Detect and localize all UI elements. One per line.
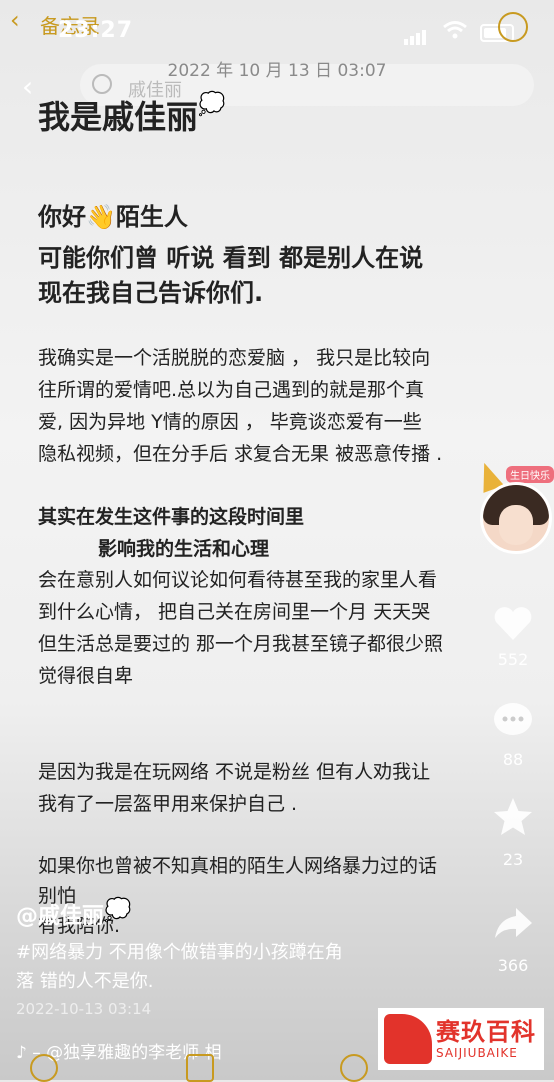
share-icon[interactable] xyxy=(490,900,536,946)
brand-watermark: 赛玖百科 SAIJIUBAIKE xyxy=(378,1008,544,1070)
intro-line: 现在我自己告诉你们. xyxy=(38,279,264,307)
cell-signal-icon xyxy=(404,26,428,45)
sub-heading: 影响我的生活和心理 xyxy=(98,538,270,560)
post-date: 2022-10-13 03:14 xyxy=(16,1000,152,1018)
note-title: 我是戚佳丽💭 xyxy=(38,92,225,138)
author-handle[interactable]: @戚佳丽 xyxy=(16,904,104,929)
caption-line: #网络暴力 不用像个做错事的小孩蹲在角 xyxy=(16,942,343,963)
camera-icon[interactable] xyxy=(186,1054,214,1082)
back-chevron-icon[interactable]: ‹ xyxy=(10,6,20,34)
more-options-icon[interactable] xyxy=(498,12,528,42)
paragraph-line: 往所谓的爱情吧.总以为自己遇到的就是那个真 xyxy=(38,379,425,401)
caption-line: 落 错的人不是你. xyxy=(16,971,154,992)
favorite-count: 23 xyxy=(502,850,524,869)
paragraph-line: 我有了一层盔甲用来保护自己 . xyxy=(38,793,298,815)
note-date: 2022 年 10 月 13 日 03:07 xyxy=(167,61,387,81)
birthday-badge: 生日快乐 xyxy=(506,466,554,483)
paragraph-line: 我确实是一个活脱脱的恋爱脑 ， 我只是比较向 xyxy=(38,347,431,369)
sub-heading: 其实在发生这件事的这段时间里 xyxy=(38,506,305,528)
heart-icon[interactable] xyxy=(490,600,536,646)
thought-bubble-icon: 💭 xyxy=(198,92,226,117)
author-name[interactable]: @戚佳丽💭 xyxy=(16,898,131,930)
brand-name-en: SAIJIUBAIKE xyxy=(436,1046,518,1060)
paragraph-line: 但生活总是要过的 那一个月我甚至镜子都很少照 xyxy=(38,633,444,655)
like-count: 552 xyxy=(497,650,529,669)
paragraph-line: 是因为我是在玩网络 不说是粉丝 但有人劝我让 xyxy=(38,761,431,783)
comment-icon[interactable] xyxy=(490,698,536,744)
paragraph-line: 觉得很自卑 xyxy=(38,665,134,687)
paragraph-line: 爱, 因为异地 Y情的原因 ， 毕竟谈恋爱有一些 xyxy=(38,411,422,433)
post-caption: #网络暴力 不用像个做错事的小孩蹲在角 落 错的人不是你. xyxy=(16,938,416,996)
intro-line: 你好👋陌生人 xyxy=(38,203,188,231)
done-check-icon[interactable] xyxy=(30,1054,58,1082)
comment-count: 88 xyxy=(502,750,524,769)
brand-name-cn: 赛玖百科 xyxy=(436,1018,536,1046)
thought-bubble-icon: 💭 xyxy=(104,898,132,923)
note-title-text: 我是戚佳丽 xyxy=(38,98,199,136)
paragraph-line: 到什么心情， 把自己关在房间里一个月 天天哭 xyxy=(38,601,431,623)
wifi-icon xyxy=(443,21,467,39)
star-icon[interactable] xyxy=(490,794,536,840)
brand-logo-icon xyxy=(384,1014,432,1064)
intro-line: 可能你们曾 听说 看到 都是别人在说 xyxy=(38,244,424,272)
paragraph-line: 会在意别人如何议论如何看待甚至我的家里人看 xyxy=(38,569,438,591)
markup-pen-icon[interactable] xyxy=(340,1054,368,1082)
paragraph-line: 如果你也曾被不知真相的陌生人网络暴力过的话 xyxy=(38,855,438,877)
share-count: 366 xyxy=(497,956,529,975)
status-bar: ‹ 备忘录 23:27 xyxy=(0,0,554,50)
avatar[interactable] xyxy=(480,482,552,554)
clock: 23:27 xyxy=(58,18,134,43)
paragraph-line: 隐私视频，但在分手后 求复合无果 被恶意传播 . xyxy=(38,443,443,465)
